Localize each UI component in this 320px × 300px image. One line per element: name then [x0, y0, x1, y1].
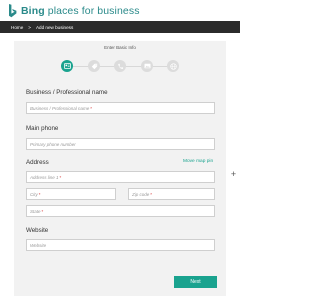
brand-name: Bing	[21, 4, 45, 17]
add-address-line-button[interactable]: +	[229, 170, 238, 179]
required-marker: *	[41, 208, 44, 214]
breadcrumb-current: Add new business	[35, 24, 74, 30]
tag-icon	[91, 63, 97, 69]
id-card-icon	[63, 63, 71, 69]
step-basic-info[interactable]	[61, 60, 73, 72]
website-label: Website	[26, 227, 49, 234]
website-input[interactable]: Website	[26, 239, 215, 251]
step-online[interactable]	[167, 60, 179, 72]
state-input[interactable]: State *	[26, 205, 215, 217]
business-name-input[interactable]: Business / Professional name *	[26, 102, 215, 114]
main-phone-placeholder: Primary phone number	[30, 141, 76, 147]
required-marker: *	[90, 105, 93, 111]
main-phone-label: Main phone	[26, 125, 59, 132]
globe-icon	[169, 62, 177, 70]
top-bar: Bing places for business	[0, 0, 240, 21]
breadcrumb-separator: >	[28, 24, 31, 30]
next-button[interactable]: Next	[174, 276, 217, 288]
business-name-label: Business / Professional name	[26, 89, 108, 96]
zip-code-placeholder: Zip code	[132, 191, 150, 197]
image-icon	[144, 63, 150, 69]
required-marker: *	[38, 191, 41, 197]
address-line1-input[interactable]: Address line 1 *	[26, 171, 215, 183]
phone-icon	[117, 63, 123, 69]
required-marker: *	[150, 191, 153, 197]
business-name-placeholder: Business / Professional name	[30, 105, 90, 111]
brand-title: Bing places for business	[21, 5, 140, 17]
city-placeholder: City	[30, 191, 38, 197]
state-placeholder: State	[30, 208, 41, 214]
website-placeholder: Website	[30, 242, 47, 248]
address-label: Address	[26, 159, 49, 166]
bing-logo[interactable]: Bing places for business	[8, 3, 140, 18]
step-contact[interactable]	[114, 60, 126, 72]
zip-code-input[interactable]: Zip code *	[128, 188, 215, 200]
stepper-title: Enter Basic Info	[104, 45, 136, 50]
bing-b-icon	[9, 3, 17, 17]
breadcrumb: Home > Add new business	[0, 21, 240, 33]
city-input[interactable]: City *	[26, 188, 116, 200]
step-photos[interactable]	[141, 60, 153, 72]
main-phone-input[interactable]: Primary phone number	[26, 138, 215, 150]
breadcrumb-home[interactable]: Home	[11, 25, 23, 30]
form-panel: Enter Basic Info Business / Professional…	[14, 41, 226, 296]
product-name: places for business	[47, 4, 140, 17]
stepper	[14, 60, 226, 72]
address-line1-placeholder: Address line 1	[30, 174, 59, 180]
required-marker: *	[59, 174, 62, 180]
move-map-pin-link[interactable]: Move map pin	[183, 159, 213, 164]
step-category[interactable]	[88, 60, 100, 72]
